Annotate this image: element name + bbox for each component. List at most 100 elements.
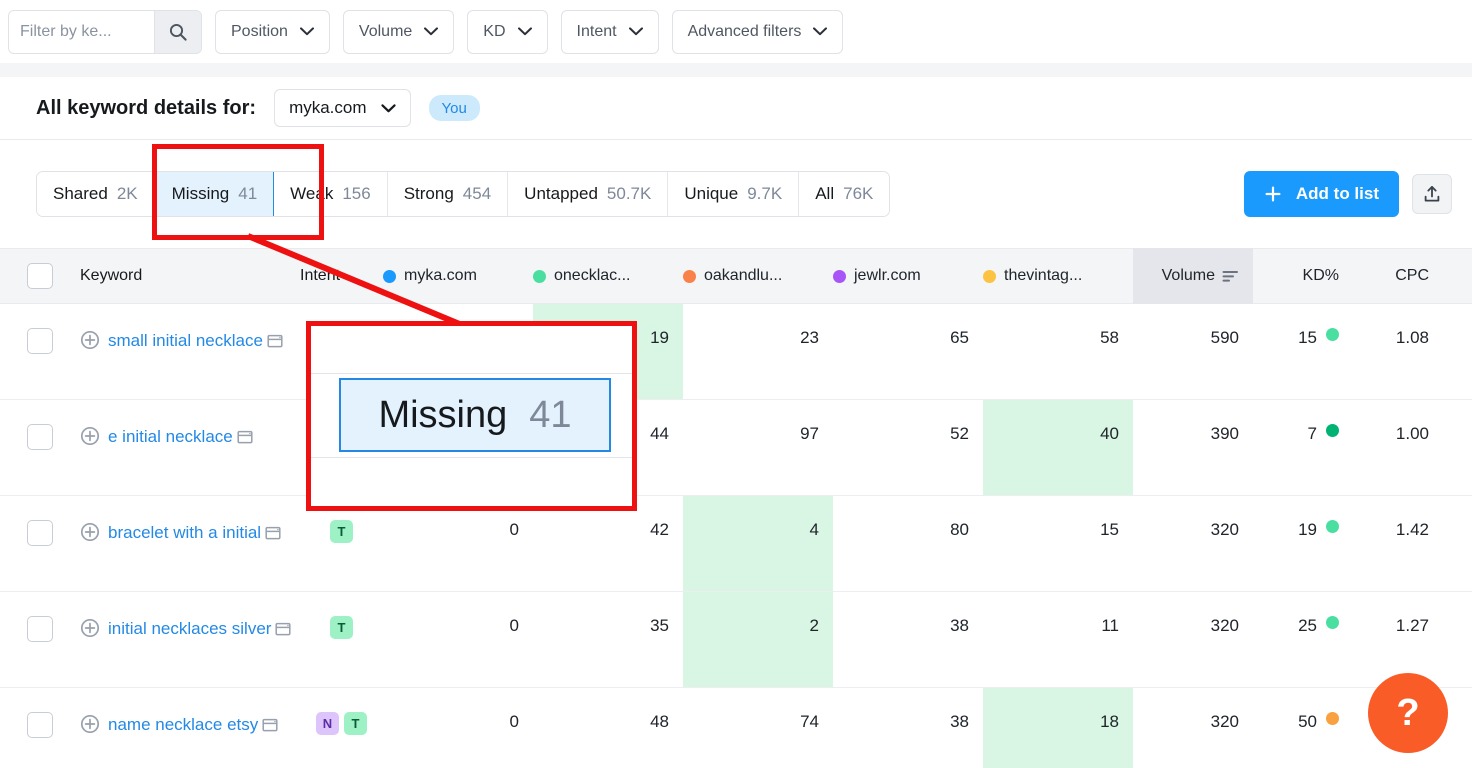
column-header-domain-2[interactable]: oakandlu... (683, 267, 833, 285)
row-domain-2-cell: 74 (800, 712, 819, 731)
row-kd-cell: 25 (1253, 592, 1353, 687)
tab-all[interactable]: All 76K (799, 172, 890, 216)
table-row: name necklace etsy N T 0 48 74 38 18 320… (0, 688, 1472, 768)
row-keyword-cell: name necklace etsy (80, 688, 300, 768)
tab-missing-count: 41 (238, 184, 258, 203)
serp-preview-icon[interactable] (267, 333, 283, 349)
add-to-list-button[interactable]: Add to list (1243, 171, 1399, 217)
help-button[interactable]: ? (1368, 673, 1448, 753)
tab-missing[interactable]: Missing 41 (154, 172, 275, 216)
keyword-link[interactable]: name necklace etsy (108, 710, 278, 739)
row-domain-0-cell: 0 (509, 616, 519, 635)
row-kd-cell: 7 (1253, 400, 1353, 495)
tab-unique[interactable]: Unique 9.7K (668, 172, 800, 216)
row-checkbox[interactable] (27, 328, 53, 354)
keyword-link[interactable]: e initial necklace (108, 422, 253, 451)
intent-badge-transactional[interactable]: T (330, 616, 353, 639)
row-checkbox[interactable] (27, 712, 53, 738)
add-keyword-icon[interactable] (80, 330, 100, 350)
keyword-table: Keyword Intent myka.com onecklac... oaka… (0, 248, 1472, 768)
tab-weak-count: 156 (342, 184, 371, 203)
row-domain-2-cell: 97 (800, 424, 819, 443)
keyword-link[interactable]: small initial necklace (108, 326, 283, 355)
chevron-down-icon (628, 27, 643, 36)
tab-weak[interactable]: Weak 156 (274, 172, 388, 216)
serp-preview-icon[interactable] (275, 621, 292, 637)
column-header-domain-4[interactable]: thevintag... (983, 267, 1133, 285)
intent-badge-navigational[interactable]: N (316, 712, 339, 735)
tab-all-count: 76K (843, 184, 874, 203)
row-domain-3-cell: 38 (950, 616, 969, 635)
column-header-volume-label: Volume (1161, 267, 1215, 284)
column-header-keyword[interactable]: Keyword (80, 267, 300, 285)
kd-status-dot (1326, 520, 1339, 533)
intent-badge-transactional[interactable]: T (344, 712, 367, 735)
row-intent-cell: T (300, 496, 383, 591)
advanced-filters-button[interactable]: Advanced filters (671, 9, 844, 54)
filter-toolbar: Position Volume KD Intent Advanced filte… (0, 0, 1472, 63)
serp-preview-icon[interactable] (265, 525, 281, 541)
intent-badge-transactional[interactable]: T (330, 520, 353, 543)
row-select-cell (0, 688, 80, 768)
row-checkbox[interactable] (27, 520, 53, 546)
tab-strong[interactable]: Strong 454 (387, 172, 509, 216)
tab-untapped[interactable]: Untapped 50.7K (508, 172, 669, 216)
row-domain-2-cell: 23 (800, 328, 819, 347)
tab-unique-label: Unique (684, 184, 739, 203)
row-keyword-cell: initial necklaces silver (80, 592, 300, 687)
filter-kd-button[interactable]: KD (467, 9, 548, 54)
export-icon (1424, 186, 1440, 202)
tab-weak-label: Weak (290, 184, 334, 203)
row-domain-1-cell: 44 (650, 424, 669, 443)
row-select-cell (0, 400, 80, 495)
serp-preview-icon[interactable] (237, 429, 253, 445)
column-header-domain-1-label: onecklac... (554, 267, 631, 284)
column-header-domain-0-label: myka.com (404, 267, 477, 284)
keyword-text: name necklace etsy (108, 715, 259, 734)
serp-preview-icon[interactable] (262, 717, 278, 733)
filter-intent-button[interactable]: Intent (560, 9, 659, 54)
row-keyword-cell: e initial necklace (80, 400, 300, 495)
row-domain-4-cell: 40 (983, 400, 1133, 495)
advanced-filters-label: Advanced filters (687, 22, 802, 40)
filter-position-button[interactable]: Position (215, 9, 330, 54)
column-header-domain-2-label: oakandlu... (704, 267, 783, 284)
table-row: e initial necklace 44 97 52 40 390 7 1.0… (0, 400, 1472, 496)
add-keyword-icon[interactable] (80, 426, 100, 446)
domain-selector[interactable]: myka.com (274, 89, 411, 127)
column-header-domain-1[interactable]: onecklac... (533, 267, 683, 285)
keyword-link[interactable]: initial necklaces silver (108, 614, 292, 643)
row-kd-value: 19 (1298, 520, 1317, 539)
filter-volume-button[interactable]: Volume (342, 9, 455, 54)
row-checkbox[interactable] (27, 616, 53, 642)
keyword-link[interactable]: bracelet with a initial (108, 518, 281, 547)
keyword-text: e initial necklace (108, 427, 233, 446)
search-input[interactable] (9, 10, 154, 53)
search-button[interactable] (154, 10, 201, 53)
column-header-volume[interactable]: Volume (1133, 248, 1253, 304)
row-domain-1-cell: 35 (650, 616, 669, 635)
row-checkbox[interactable] (27, 424, 53, 450)
column-header-kd[interactable]: KD% (1253, 267, 1353, 285)
search-icon (169, 23, 187, 41)
column-header-intent[interactable]: Intent (300, 267, 383, 285)
export-button[interactable] (1412, 174, 1452, 214)
column-header-cpc[interactable]: CPC (1353, 267, 1453, 285)
app-root: Position Volume KD Intent Advanced filte… (0, 0, 1472, 768)
row-domain-1-cell: 48 (650, 712, 669, 731)
row-select-cell (0, 592, 80, 687)
tab-shared[interactable]: Shared 2K (37, 172, 155, 216)
row-domain-3-cell: 65 (950, 328, 969, 347)
row-domain-3-cell: 38 (950, 712, 969, 731)
kd-status-dot (1326, 616, 1339, 629)
select-all-checkbox[interactable] (27, 263, 53, 289)
column-header-domain-0[interactable]: myka.com (383, 267, 533, 285)
column-header-domain-3[interactable]: jewlr.com (833, 267, 983, 285)
row-cpc-cell: 1.42 (1395, 520, 1429, 539)
add-keyword-icon[interactable] (80, 714, 100, 734)
add-keyword-icon[interactable] (80, 618, 100, 638)
row-volume-cell: 320 (1210, 712, 1239, 731)
row-domain-0-cell: 0 (509, 712, 519, 731)
add-keyword-icon[interactable] (80, 522, 100, 542)
row-volume-cell: 390 (1210, 424, 1239, 443)
